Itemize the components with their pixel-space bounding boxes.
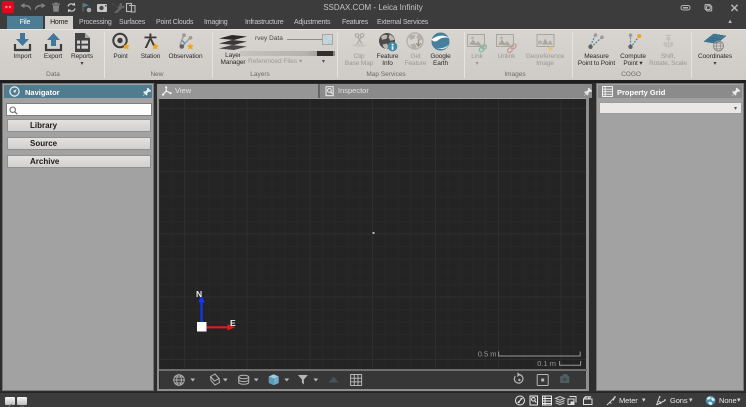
svg-text:0.1 m: 0.1 m <box>537 359 556 368</box>
svg-text:N: N <box>196 289 202 299</box>
svg-text:E: E <box>230 318 236 328</box>
svg-text:0.5 m: 0.5 m <box>478 350 497 359</box>
